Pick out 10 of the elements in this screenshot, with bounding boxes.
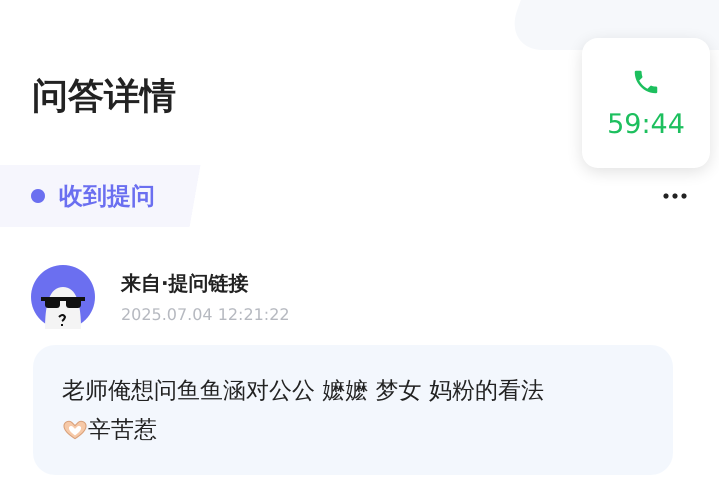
status-label: 收到提问 — [59, 181, 155, 212]
timestamp: 2025.07.04 12:21:22 — [121, 305, 290, 324]
call-timer: 59:44 — [607, 108, 685, 140]
question-text: 老师俺想问鱼鱼涵对公公 嬷嬷 梦女 妈粉的看法 — [62, 377, 544, 406]
call-card[interactable]: 59:44 — [582, 38, 710, 168]
avatar-icon — [31, 265, 95, 329]
source-label: 来自·提问链接 — [121, 270, 250, 297]
page-title: 问答详情 — [32, 75, 176, 119]
question-text: 辛苦惹 — [88, 416, 157, 445]
more-icon[interactable] — [663, 193, 687, 199]
